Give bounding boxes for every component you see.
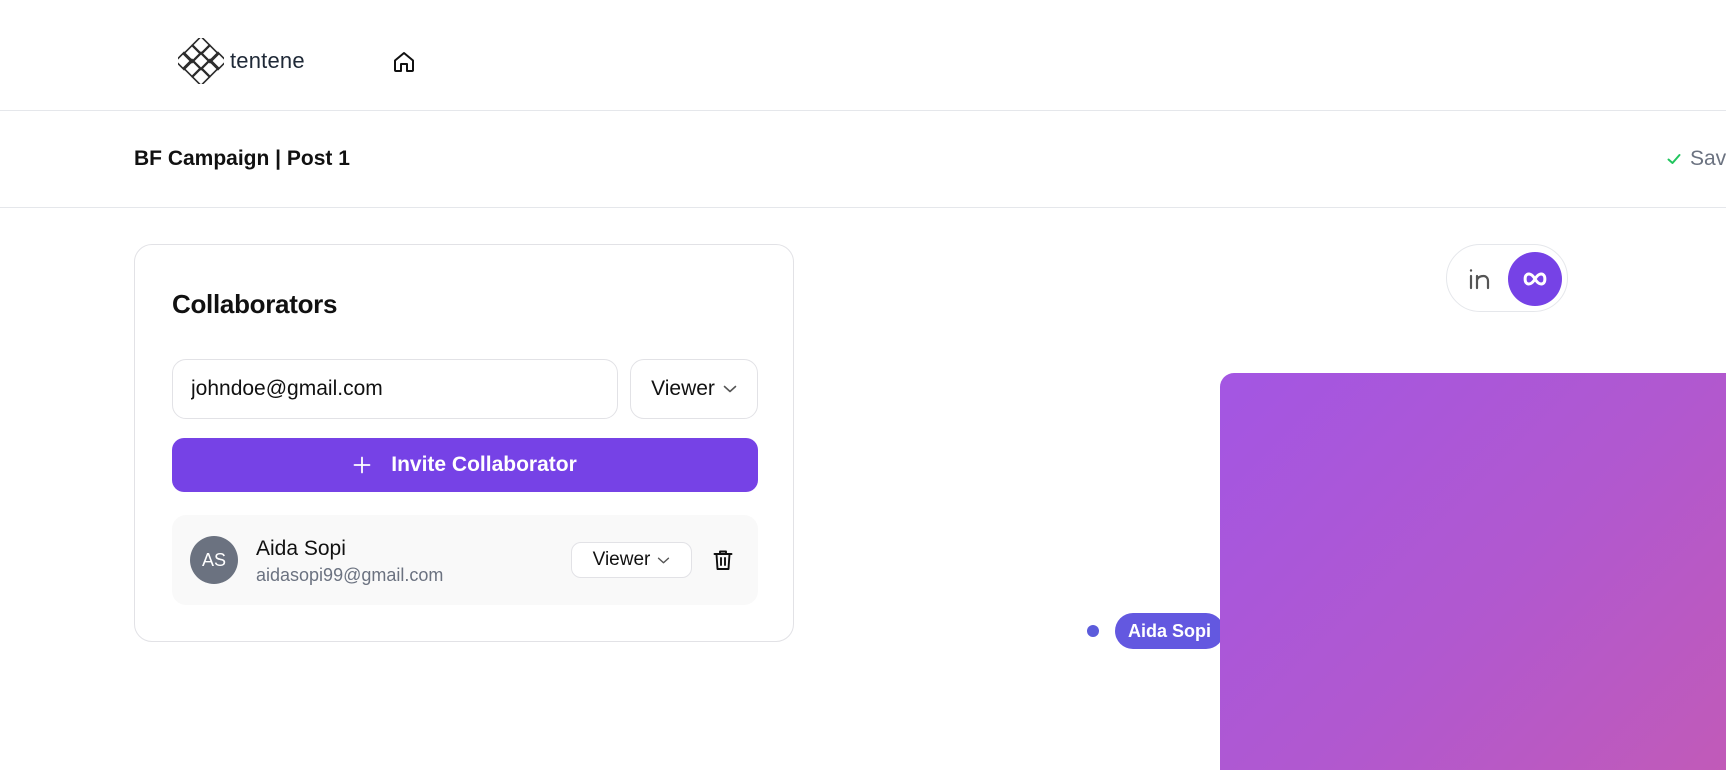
collaborator-cursor-tag: Aida Sopi — [1115, 613, 1225, 649]
logo[interactable]: tentene — [178, 38, 305, 84]
platform-linkedin-button[interactable] — [1462, 262, 1496, 296]
invite-collaborator-label: Invite Collaborator — [391, 453, 577, 476]
collaborator-name: Aida Sopi — [256, 537, 346, 560]
home-button[interactable] — [390, 48, 418, 76]
plus-icon — [353, 456, 371, 474]
collaborator-role-value: Viewer — [592, 549, 651, 570]
invite-role-value: Viewer — [651, 377, 715, 400]
collaborators-card: Collaborators Viewer Invite Collaborator… — [134, 244, 794, 642]
logo-text: tentene — [230, 48, 305, 73]
platform-switcher — [1446, 244, 1568, 312]
platform-meta-button[interactable] — [1508, 252, 1562, 306]
avatar: AS — [190, 536, 238, 584]
title-bar: BF Campaign | Post 1 Saved — [0, 111, 1726, 208]
linkedin-icon — [1469, 269, 1490, 290]
logo-mark-icon — [178, 38, 224, 84]
invite-collaborator-button[interactable]: Invite Collaborator — [172, 438, 758, 492]
remove-collaborator-button[interactable] — [710, 546, 736, 574]
app-page: tentene BF Campaign | Post 1 Saved Colla… — [0, 0, 1726, 770]
post-preview-canvas[interactable] — [1220, 373, 1726, 770]
collaborator-role-select[interactable]: Viewer — [571, 542, 692, 578]
page-title: BF Campaign | Post 1 — [134, 147, 350, 170]
collaborators-title: Collaborators — [172, 289, 338, 319]
collaborator-email-input[interactable] — [172, 359, 618, 419]
collaborator-cursor-dot — [1087, 625, 1099, 637]
top-nav: tentene — [0, 0, 1726, 111]
save-status: Saved — [1666, 147, 1726, 171]
chevron-down-icon — [723, 385, 737, 393]
collaborator-email: aidasopi99@gmail.com — [256, 565, 444, 585]
invite-role-select[interactable]: Viewer — [630, 359, 758, 419]
chevron-down-icon — [658, 557, 670, 563]
home-icon — [394, 52, 414, 72]
save-status-label: Saved — [1690, 147, 1726, 170]
trash-icon — [713, 550, 733, 570]
meta-icon — [1523, 272, 1547, 286]
collaborator-row: AS Aida Sopi aidasopi99@gmail.com Viewer — [172, 515, 758, 605]
check-icon — [1667, 154, 1681, 164]
